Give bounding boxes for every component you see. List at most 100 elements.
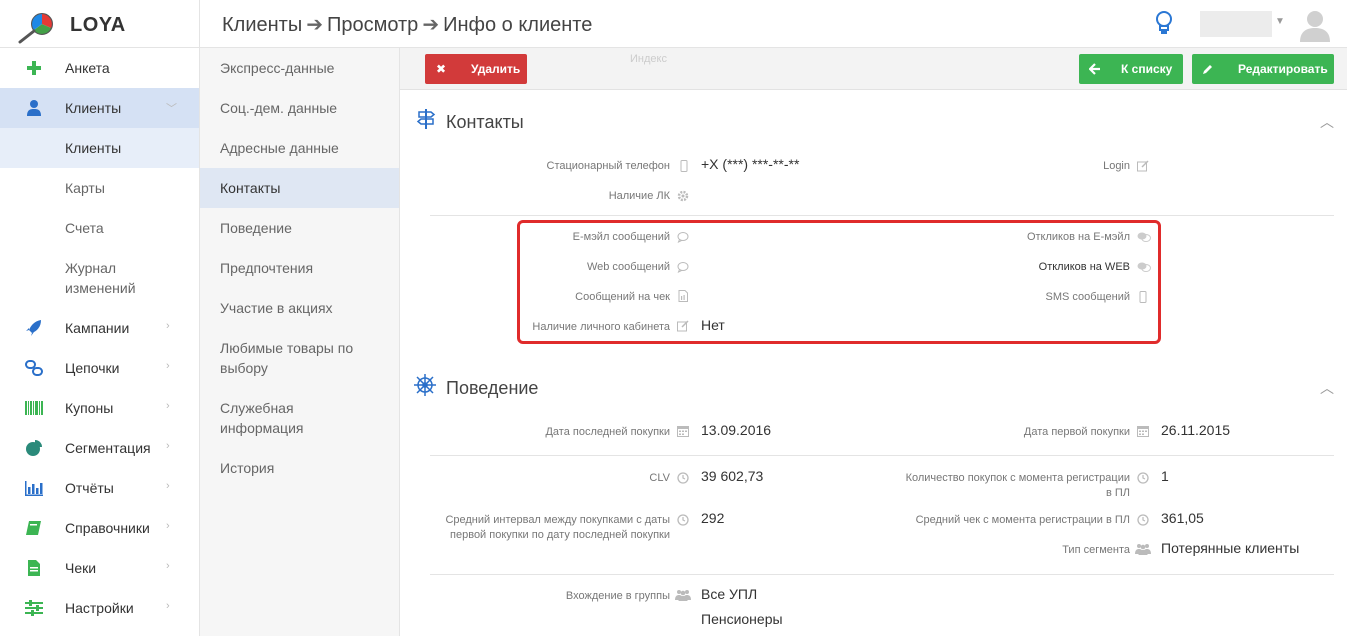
sidebar-subitem-cards[interactable]: Карты — [0, 168, 199, 208]
chevron-down-icon: ﹀ — [166, 103, 177, 115]
field-label-phone: Стационарный телефон — [546, 160, 670, 172]
sidebar-subitem-label: Клиенты — [65, 140, 122, 156]
section-nav-label: Участие в акциях — [220, 300, 333, 316]
chevron-right-icon: › — [166, 320, 170, 332]
sidebar-item-segmentation[interactable]: Сегментация › — [0, 428, 199, 468]
chevron-down-icon[interactable]: ▼ — [1275, 16, 1285, 27]
field-label-line: Количество покупок с момента регистрации — [905, 472, 1130, 484]
to-list-button[interactable]: К списку — [1079, 54, 1183, 84]
sidebar-item-reports[interactable]: Отчёты › — [0, 468, 199, 508]
gear-icon — [677, 190, 689, 202]
clock-icon — [1137, 472, 1149, 484]
sidebar-item-settings[interactable]: Настройки › — [0, 588, 199, 628]
section-nav-favorites[interactable]: Любимые товары по выбору — [200, 328, 399, 388]
section-nav-contacts[interactable]: Контакты — [200, 168, 399, 208]
sidebar-item-label: Анкета — [65, 60, 110, 76]
comment-icon — [677, 232, 689, 243]
field-value-cabinet: Нет — [701, 317, 725, 333]
delete-button-label: Удалить — [471, 62, 521, 76]
field-value-phone: +X (***) ***-**-** — [701, 156, 800, 172]
sidebar-item-references[interactable]: Справочники › — [0, 508, 199, 548]
field-label-lk: Наличие ЛК — [608, 190, 670, 202]
chevron-up-icon[interactable]: ︿ — [1320, 378, 1334, 398]
field-value-clv: 39 602,73 — [701, 468, 764, 484]
divider — [430, 215, 1334, 216]
breadcrumb: Клиенты ➔ Просмотр ➔ Инфо о клиенте — [222, 12, 592, 37]
faint-index-label: Индекс — [630, 53, 667, 65]
field-label-login: Login — [1103, 160, 1130, 172]
comments-icon — [1137, 262, 1151, 272]
chevron-up-icon[interactable]: ︿ — [1320, 112, 1334, 132]
field-value-segment-type: Потерянные клиенты — [1161, 540, 1300, 556]
top-bar: LOYA Клиенты ➔ Просмотр ➔ Инфо о клиенте ▼ — [0, 0, 1347, 48]
user-name-redacted[interactable] — [1200, 11, 1272, 37]
avatar[interactable] — [1297, 6, 1333, 42]
divider — [430, 455, 1334, 456]
section-nav-promotions[interactable]: Участие в акциях — [200, 288, 399, 328]
section-nav-preferences[interactable]: Предпочтения — [200, 248, 399, 288]
chevron-right-icon: › — [166, 400, 170, 412]
delete-button[interactable]: ✖ Удалить — [425, 54, 527, 84]
breadcrumb-current: Инфо о клиенте — [443, 14, 593, 36]
sidebar-subitem-label: изменений — [65, 280, 136, 296]
sidebar-item-label: Отчёты — [65, 480, 114, 496]
field-label-segment-type: Тип сегмента — [1062, 544, 1130, 556]
field-label-email-msgs: Е-мэйл сообщений — [572, 231, 670, 243]
lightbulb-icon[interactable] — [1154, 10, 1174, 38]
field-label-line: в ПЛ — [1105, 487, 1130, 499]
logo-area[interactable]: LOYA — [0, 0, 200, 48]
section-nav-socdem[interactable]: Соц.-дем. данные — [200, 88, 399, 128]
divider — [430, 574, 1334, 575]
sidebar-item-coupons[interactable]: Купоны › — [0, 388, 199, 428]
edit-button-label: Редактировать — [1238, 62, 1328, 76]
sidebar-item-receipts[interactable]: Чеки › — [0, 548, 199, 588]
section-nav-behavior[interactable]: Поведение — [200, 208, 399, 248]
section-nav-label: Контакты — [220, 180, 281, 196]
sidebar-item-campaigns[interactable]: Кампании › — [0, 308, 199, 348]
edit-icon — [677, 320, 689, 332]
sidebar-subitem-changelog[interactable]: Журнал изменений — [0, 248, 199, 308]
field-label-clv: CLV — [649, 472, 670, 484]
field-label-avg-check: Средний чек с момента регистрации в ПЛ — [915, 514, 1130, 526]
sidebar-item-anketa[interactable]: Анкета — [0, 48, 199, 88]
section-nav: Экспресс-данные Соц.-дем. данные Адресны… — [200, 48, 400, 636]
section-nav-label: История — [220, 460, 275, 476]
field-label-web-responses: Откликов на WEB — [1038, 261, 1130, 273]
arrow-left-icon — [1079, 54, 1111, 84]
sidebar-item-clients[interactable]: Клиенты ﹀ — [0, 88, 199, 128]
section-nav-label: Соц.-дем. данные — [220, 100, 338, 116]
field-label-purchase-count: Количество покупок с момента регистрации… — [860, 471, 1130, 501]
book-icon — [26, 521, 41, 535]
section-nav-history[interactable]: История — [200, 448, 399, 488]
sidebar-subitem-accounts[interactable]: Счета — [0, 208, 199, 248]
section-nav-express[interactable]: Экспресс-данные — [200, 48, 399, 88]
section-nav-address[interactable]: Адресные данные — [200, 128, 399, 168]
document-icon — [28, 560, 40, 576]
comments-icon — [1137, 232, 1151, 242]
section-nav-label: Экспресс-данные — [220, 60, 335, 76]
section-nav-label: Поведение — [220, 220, 292, 236]
field-label-cabinet: Наличие личного кабинета — [532, 321, 670, 333]
breadcrumb-clients[interactable]: Клиенты — [222, 14, 302, 36]
section-title-contacts: Контакты — [446, 112, 524, 132]
sidebar-subitem-clients[interactable]: Клиенты — [0, 128, 199, 168]
sidebar-item-label: Настройки — [65, 600, 134, 616]
field-value-last-purchase: 13.09.2016 — [701, 422, 772, 438]
chevron-right-icon: › — [166, 360, 170, 372]
chevron-right-icon: › — [166, 480, 170, 492]
field-label-line: первой покупки по дату последней покупки — [450, 529, 670, 541]
sidebar-item-label: Цепочки — [65, 360, 120, 376]
field-value-first-purchase: 26.11.2015 — [1161, 422, 1231, 438]
field-label-check-msgs: Сообщений на чек — [575, 291, 670, 303]
sidebar: Анкета Клиенты ﹀ Клиенты Карты Счета Жур… — [0, 48, 200, 636]
comment-icon — [677, 262, 689, 273]
edit-button[interactable]: Редактировать — [1192, 54, 1334, 84]
sliders-icon — [25, 600, 43, 616]
sidebar-item-label: Справочники — [65, 520, 150, 536]
ship-wheel-icon — [414, 374, 436, 396]
breadcrumb-view[interactable]: Просмотр — [327, 14, 418, 36]
field-label-sms: SMS сообщений — [1045, 291, 1130, 303]
sidebar-item-chains[interactable]: Цепочки › — [0, 348, 199, 388]
section-nav-service-info[interactable]: Служебная информация — [200, 388, 399, 448]
barcode-icon — [25, 401, 43, 415]
